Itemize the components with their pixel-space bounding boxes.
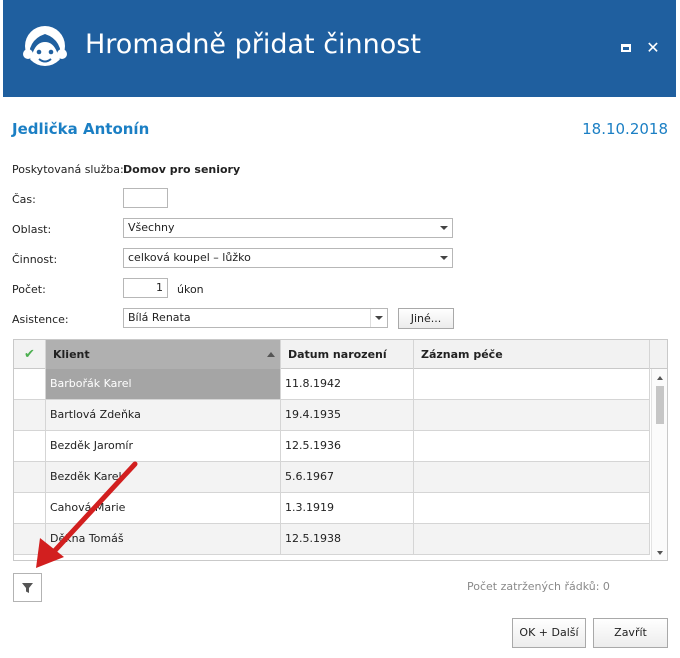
sort-ascending-icon [267, 352, 275, 357]
row-checkbox[interactable] [14, 400, 46, 430]
chevron-down-icon [440, 256, 448, 260]
title-bar: Hromadně přidat činnost ✕ [3, 0, 676, 97]
combo-separator [370, 309, 371, 327]
count-unit: úkon [177, 283, 204, 296]
vertical-scrollbar[interactable] [651, 369, 667, 560]
cell-client: Bezděk Jaromír [46, 431, 281, 461]
maximize-icon[interactable] [619, 40, 635, 56]
cell-client: Bartlová Zdeňka [46, 400, 281, 430]
service-label: Poskytovaná služba: [12, 163, 124, 176]
count-label: Počet: [12, 283, 46, 296]
scroll-up-icon[interactable] [657, 376, 663, 380]
app-logo-icon [23, 26, 67, 66]
filter-icon [22, 583, 33, 593]
ok-next-button[interactable]: OK + Další [512, 618, 586, 648]
assist-select-value: Bílá Renata [128, 311, 191, 324]
count-input[interactable]: 1 [123, 278, 168, 298]
cell-birthdate: 1.3.1919 [281, 493, 414, 523]
row-checkbox[interactable] [14, 431, 46, 461]
service-value: Domov pro seniory [123, 163, 241, 176]
column-client[interactable]: Klient [46, 340, 281, 369]
activity-label: Činnost: [12, 253, 58, 266]
cell-care-record[interactable] [414, 369, 650, 399]
client-name: Jedlička Antonín [12, 120, 150, 138]
column-birthdate-label: Datum narození [288, 348, 387, 361]
cell-birthdate: 12.5.1936 [281, 431, 414, 461]
row-checkbox[interactable] [14, 369, 46, 399]
cell-birthdate: 12.5.1938 [281, 524, 414, 554]
annotation-arrow-icon [36, 461, 138, 568]
scroll-down-icon[interactable] [657, 551, 663, 555]
activity-select[interactable]: celková koupel – lůžko [123, 248, 453, 268]
area-select[interactable]: Všechny [123, 218, 453, 238]
column-birthdate[interactable]: Datum narození [281, 340, 414, 369]
table-row[interactable]: Bartlová Zdeňka 19.4.1935 [14, 400, 650, 431]
close-icon[interactable]: ✕ [645, 40, 661, 56]
select-all-checkbox[interactable]: ✔ [14, 340, 46, 369]
area-select-value: Všechny [128, 221, 175, 234]
column-care-record[interactable]: Záznam péče [414, 340, 650, 369]
row-count-status: Počet zatržených řádků: 0 [467, 580, 610, 593]
chevron-down-icon [440, 226, 448, 230]
grid-header: ✔ Klient Datum narození Záznam péče [14, 340, 650, 369]
chevron-down-icon [375, 316, 383, 320]
filter-button[interactable] [13, 573, 42, 602]
area-label: Oblast: [12, 223, 52, 236]
assist-label: Asistence: [12, 313, 69, 326]
time-input[interactable] [123, 188, 168, 208]
cell-care-record[interactable] [414, 524, 650, 554]
column-client-label: Klient [53, 348, 90, 361]
header-date: 18.10.2018 [582, 120, 668, 138]
cell-birthdate: 19.4.1935 [281, 400, 414, 430]
cell-care-record[interactable] [414, 493, 650, 523]
cell-care-record[interactable] [414, 431, 650, 461]
cell-care-record[interactable] [414, 462, 650, 492]
other-button[interactable]: Jiné... [398, 308, 454, 329]
table-row[interactable]: Bezděk Jaromír 12.5.1936 [14, 431, 650, 462]
cell-client: Barbořák Karel [46, 369, 281, 399]
close-button[interactable]: Zavřít [593, 618, 668, 648]
cell-birthdate: 11.8.1942 [281, 369, 414, 399]
time-label: Čas: [12, 193, 36, 206]
scroll-thumb[interactable] [656, 386, 664, 424]
activity-select-value: celková koupel – lůžko [128, 251, 251, 264]
cell-care-record[interactable] [414, 400, 650, 430]
table-row[interactable]: Barbořák Karel 11.8.1942 [14, 369, 650, 400]
grid-header-corner [650, 340, 667, 369]
cell-birthdate: 5.6.1967 [281, 462, 414, 492]
column-care-record-label: Záznam péče [421, 348, 503, 361]
window-title: Hromadně přidat činnost [85, 29, 421, 60]
assist-select[interactable]: Bílá Renata [123, 308, 388, 328]
